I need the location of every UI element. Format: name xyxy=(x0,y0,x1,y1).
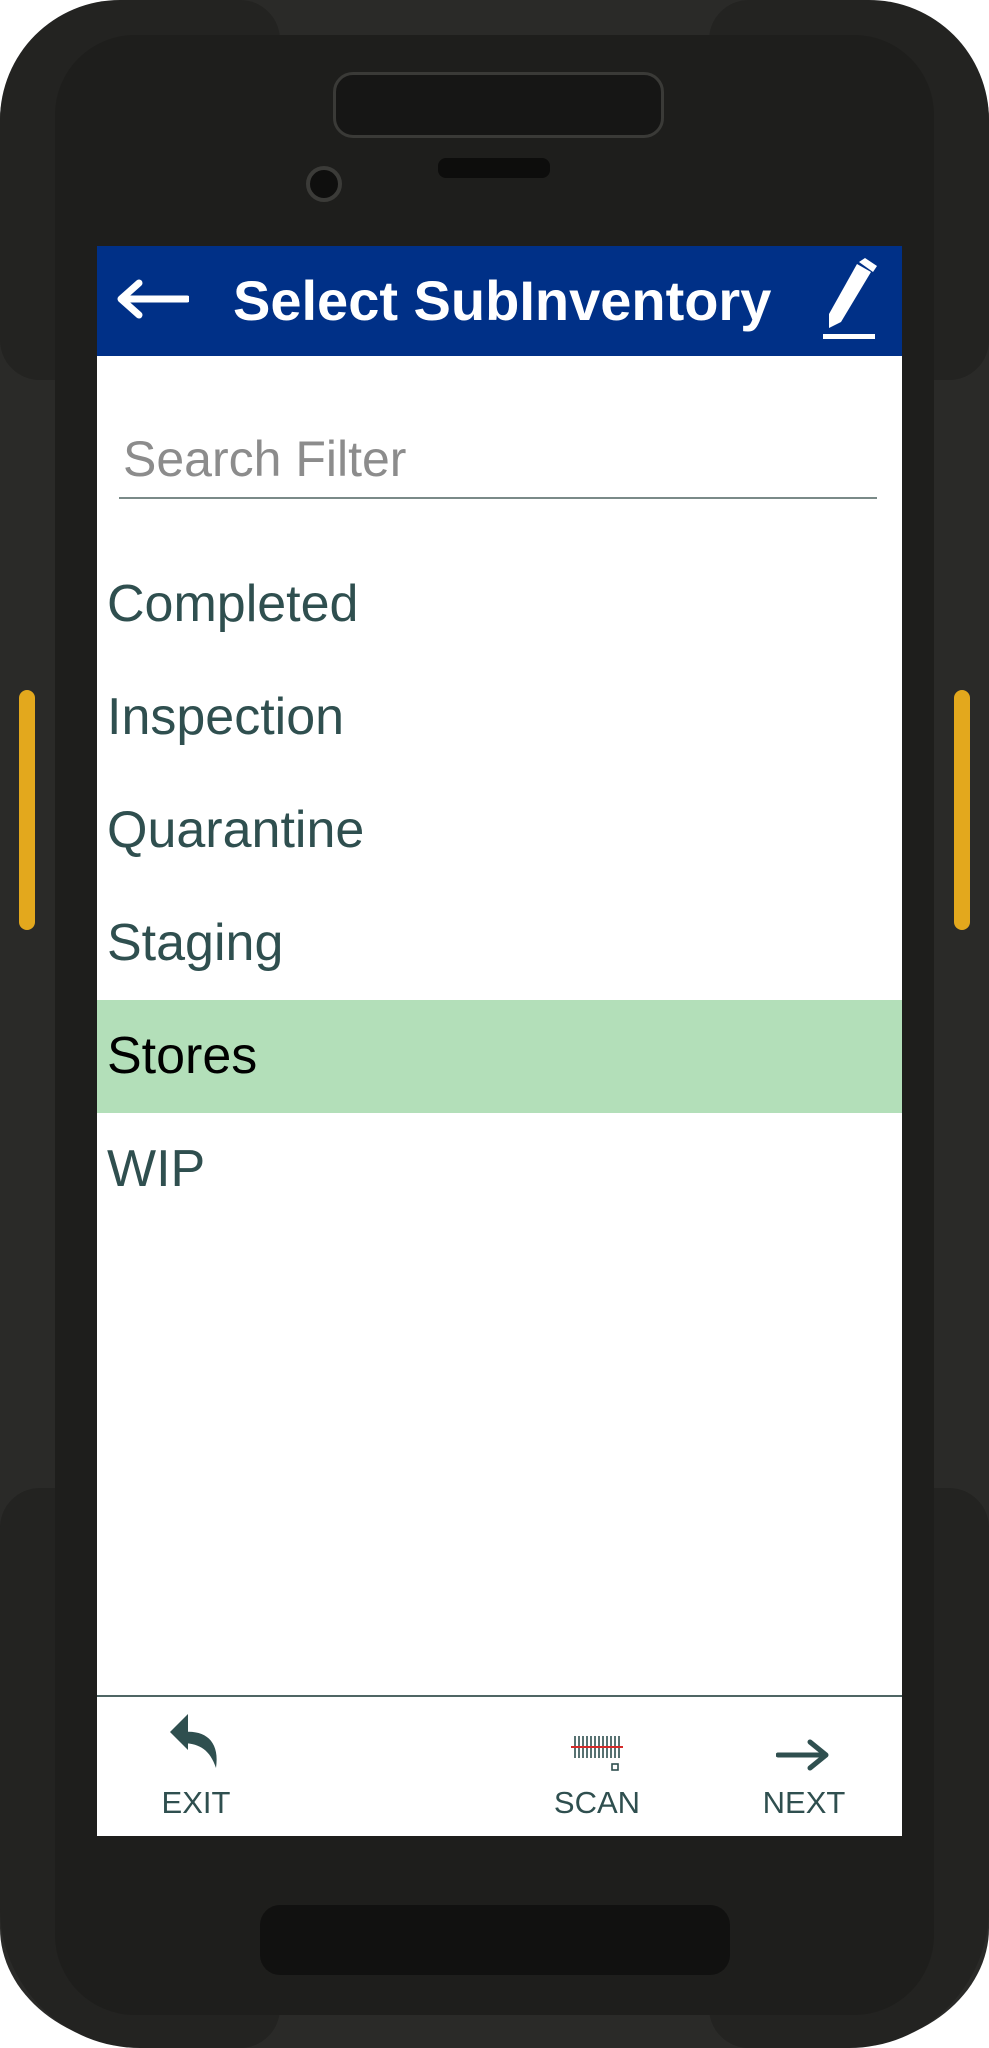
search-filter-input[interactable] xyxy=(119,421,877,499)
front-camera xyxy=(306,166,342,202)
list-item-stores[interactable]: Stores xyxy=(97,1000,902,1113)
speaker-housing xyxy=(333,72,664,138)
back-button[interactable] xyxy=(111,266,191,336)
speaker-grille xyxy=(438,158,550,178)
exit-label: EXIT xyxy=(161,1785,231,1820)
exit-button[interactable]: EXIT xyxy=(141,1697,251,1836)
title-bar: Select SubInventory xyxy=(97,246,902,356)
undo-arrow-icon xyxy=(168,1712,224,1777)
list-item-wip[interactable]: WIP xyxy=(97,1113,902,1226)
scan-label: SCAN xyxy=(553,1785,641,1820)
right-scan-key[interactable] xyxy=(954,690,970,930)
app-screen: Select SubInventory Completed Inspection… xyxy=(97,246,902,1836)
barcode-icon xyxy=(571,1734,623,1777)
next-label: NEXT xyxy=(762,1785,846,1820)
page-title: Select SubInventory xyxy=(233,269,772,332)
list-item-completed[interactable]: Completed xyxy=(97,548,902,661)
arrow-left-icon xyxy=(113,279,191,324)
list-item-quarantine[interactable]: Quarantine xyxy=(97,774,902,887)
next-button[interactable]: NEXT xyxy=(749,1697,859,1836)
left-scan-key[interactable] xyxy=(19,690,35,930)
lower-bezel-bar xyxy=(260,1905,730,1975)
pencil-icon xyxy=(819,257,879,349)
list-item-inspection[interactable]: Inspection xyxy=(97,661,902,774)
device-frame: Select SubInventory Completed Inspection… xyxy=(0,0,989,2048)
edit-button[interactable] xyxy=(809,257,889,349)
bottom-toolbar: EXIT SCAN NEXT xyxy=(97,1695,902,1836)
scan-button[interactable]: SCAN xyxy=(537,1697,657,1836)
subinventory-list: Completed Inspection Quarantine Staging … xyxy=(97,548,902,1226)
list-item-staging[interactable]: Staging xyxy=(97,887,902,1000)
arrow-right-icon xyxy=(775,1738,832,1777)
